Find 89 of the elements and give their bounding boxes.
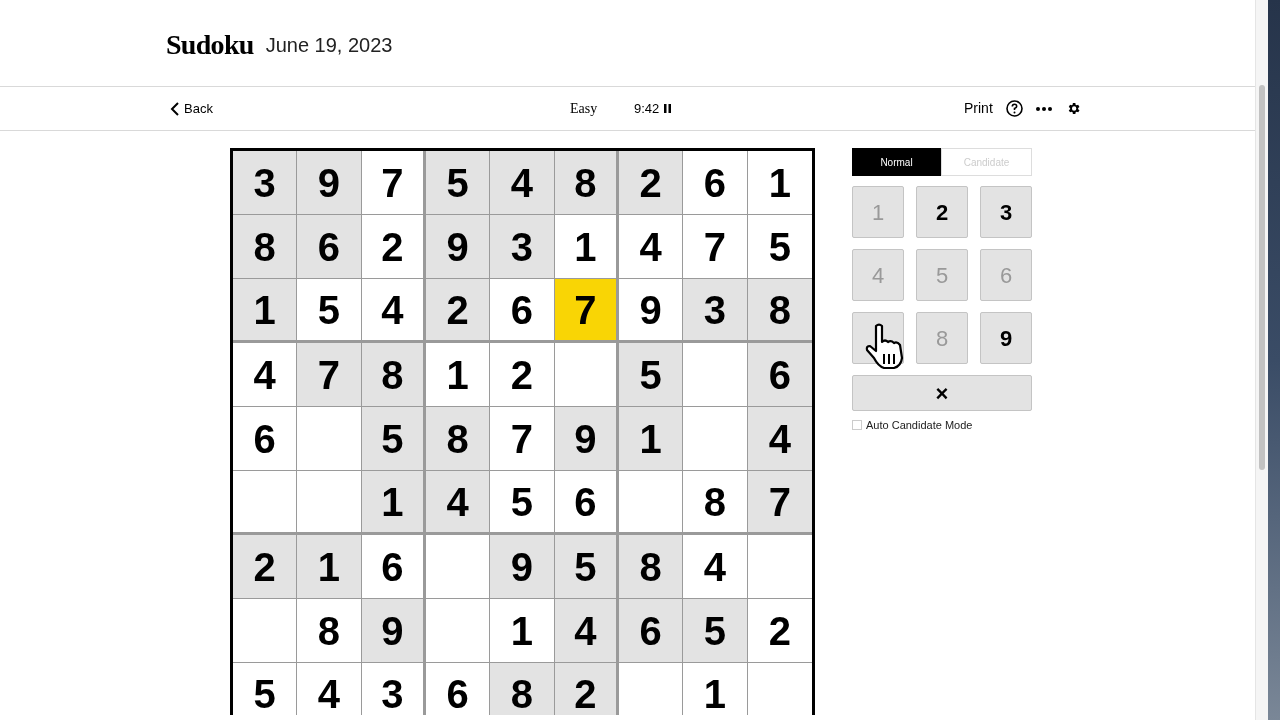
board-cell[interactable]: 4	[554, 599, 619, 663]
board-cell[interactable]: 3	[683, 279, 748, 343]
board-cell[interactable]: 6	[490, 279, 555, 343]
board-cell[interactable]: 3	[490, 215, 555, 279]
board-cell[interactable]	[683, 407, 748, 471]
board-cell[interactable]: 2	[233, 535, 298, 599]
board-cell[interactable]	[233, 599, 298, 663]
back-link[interactable]: Back	[170, 98, 213, 119]
board-cell[interactable]	[297, 471, 362, 535]
erase-button[interactable]: ×	[852, 375, 1032, 411]
board-cell[interactable]: 6	[683, 151, 748, 215]
board-cell[interactable]: 7	[361, 151, 426, 215]
board-cell[interactable]	[426, 535, 491, 599]
board-cell[interactable]: 4	[490, 151, 555, 215]
board-cell[interactable]: 9	[490, 535, 555, 599]
board-cell[interactable]: 8	[233, 215, 298, 279]
board-cell[interactable]	[554, 343, 619, 407]
settings-icon[interactable]	[1066, 101, 1081, 116]
game-title: Sudoku	[166, 28, 254, 62]
print-button[interactable]: Print	[964, 98, 993, 119]
mode-tab[interactable]: Normal	[852, 148, 941, 176]
board-cell[interactable]: 1	[490, 599, 555, 663]
number-key[interactable]: 2	[916, 186, 968, 238]
board-cell[interactable]: 6	[554, 471, 619, 535]
board-cell[interactable]: 9	[297, 151, 362, 215]
board-cell[interactable]: 2	[490, 343, 555, 407]
board-cell[interactable]: 1	[426, 343, 491, 407]
more-icon[interactable]	[1036, 106, 1052, 111]
board-cell[interactable]: 1	[233, 279, 298, 343]
board-cell[interactable]: 4	[233, 343, 298, 407]
board-cell[interactable]: 1	[297, 535, 362, 599]
board-cell[interactable]: 9	[426, 215, 491, 279]
board-cell[interactable]: 1	[361, 471, 426, 535]
board-cell[interactable]: 5	[361, 407, 426, 471]
board-cell[interactable]: 6	[747, 343, 812, 407]
timer: 9:42	[634, 99, 660, 118]
board-cell[interactable]: 4	[683, 535, 748, 599]
board-cell[interactable]: 6	[297, 215, 362, 279]
board-cell[interactable]: 4	[747, 407, 812, 471]
checkbox[interactable]	[852, 420, 862, 431]
board-cell[interactable]: 7	[297, 343, 362, 407]
board-cell[interactable]: 8	[426, 407, 491, 471]
number-key[interactable]: 3	[980, 186, 1032, 238]
board-cell[interactable]: 1	[619, 407, 684, 471]
board-cell[interactable]: 5	[619, 343, 684, 407]
board-cell[interactable]: 8	[683, 471, 748, 535]
help-icon[interactable]	[1006, 100, 1023, 117]
board-cell[interactable]: 9	[619, 279, 684, 343]
board-cell[interactable]: 6	[619, 599, 684, 663]
difficulty-label: Easy	[570, 100, 598, 118]
board-cell[interactable]	[233, 471, 298, 535]
board-cell[interactable]: 5	[490, 471, 555, 535]
board-cell[interactable]: 4	[619, 215, 684, 279]
board-cell[interactable]: 7	[747, 471, 812, 535]
board-cell[interactable]: 6	[361, 535, 426, 599]
chevron-left-icon	[170, 101, 180, 116]
board-cell[interactable]: 8	[747, 279, 812, 343]
board-cell[interactable]: 2	[619, 151, 684, 215]
puzzle-date: June 19, 2023	[265, 33, 393, 58]
board-cell[interactable]: 1	[554, 215, 619, 279]
board-cell[interactable]	[297, 407, 362, 471]
board-cell[interactable]: 5	[426, 151, 491, 215]
board-cell[interactable]: 8	[490, 663, 555, 715]
board-cell[interactable]: 7	[554, 279, 619, 343]
scrollbar[interactable]	[1255, 0, 1268, 720]
board-cell[interactable]: 9	[554, 407, 619, 471]
board-cell[interactable]: 7	[683, 215, 748, 279]
board-cell[interactable]: 2	[554, 663, 619, 715]
board-cell[interactable]: 8	[554, 151, 619, 215]
board-cell[interactable]: 2	[361, 215, 426, 279]
board-cell[interactable]	[426, 599, 491, 663]
board-cell[interactable]: 8	[361, 343, 426, 407]
board-cell[interactable]: 7	[490, 407, 555, 471]
board-cell[interactable]: 9	[361, 599, 426, 663]
board-cell[interactable]: 5	[297, 279, 362, 343]
board-cell[interactable]: 6	[233, 407, 298, 471]
board-cell[interactable]	[683, 343, 748, 407]
board-cell[interactable]: 5	[683, 599, 748, 663]
board-cell[interactable]: 4	[426, 471, 491, 535]
board-cell[interactable]: 8	[619, 535, 684, 599]
board-cell[interactable]: 5	[554, 535, 619, 599]
board-cell[interactable]: 3	[233, 151, 298, 215]
board-cell[interactable]: 2	[426, 279, 491, 343]
board-cell[interactable]	[619, 471, 684, 535]
pause-icon[interactable]	[664, 104, 671, 113]
number-key[interactable]: 9	[980, 312, 1032, 364]
board-cell[interactable]: 8	[297, 599, 362, 663]
board-cell[interactable]: 4	[361, 279, 426, 343]
auto-candidate-label: Auto Candidate Mode	[866, 418, 973, 433]
